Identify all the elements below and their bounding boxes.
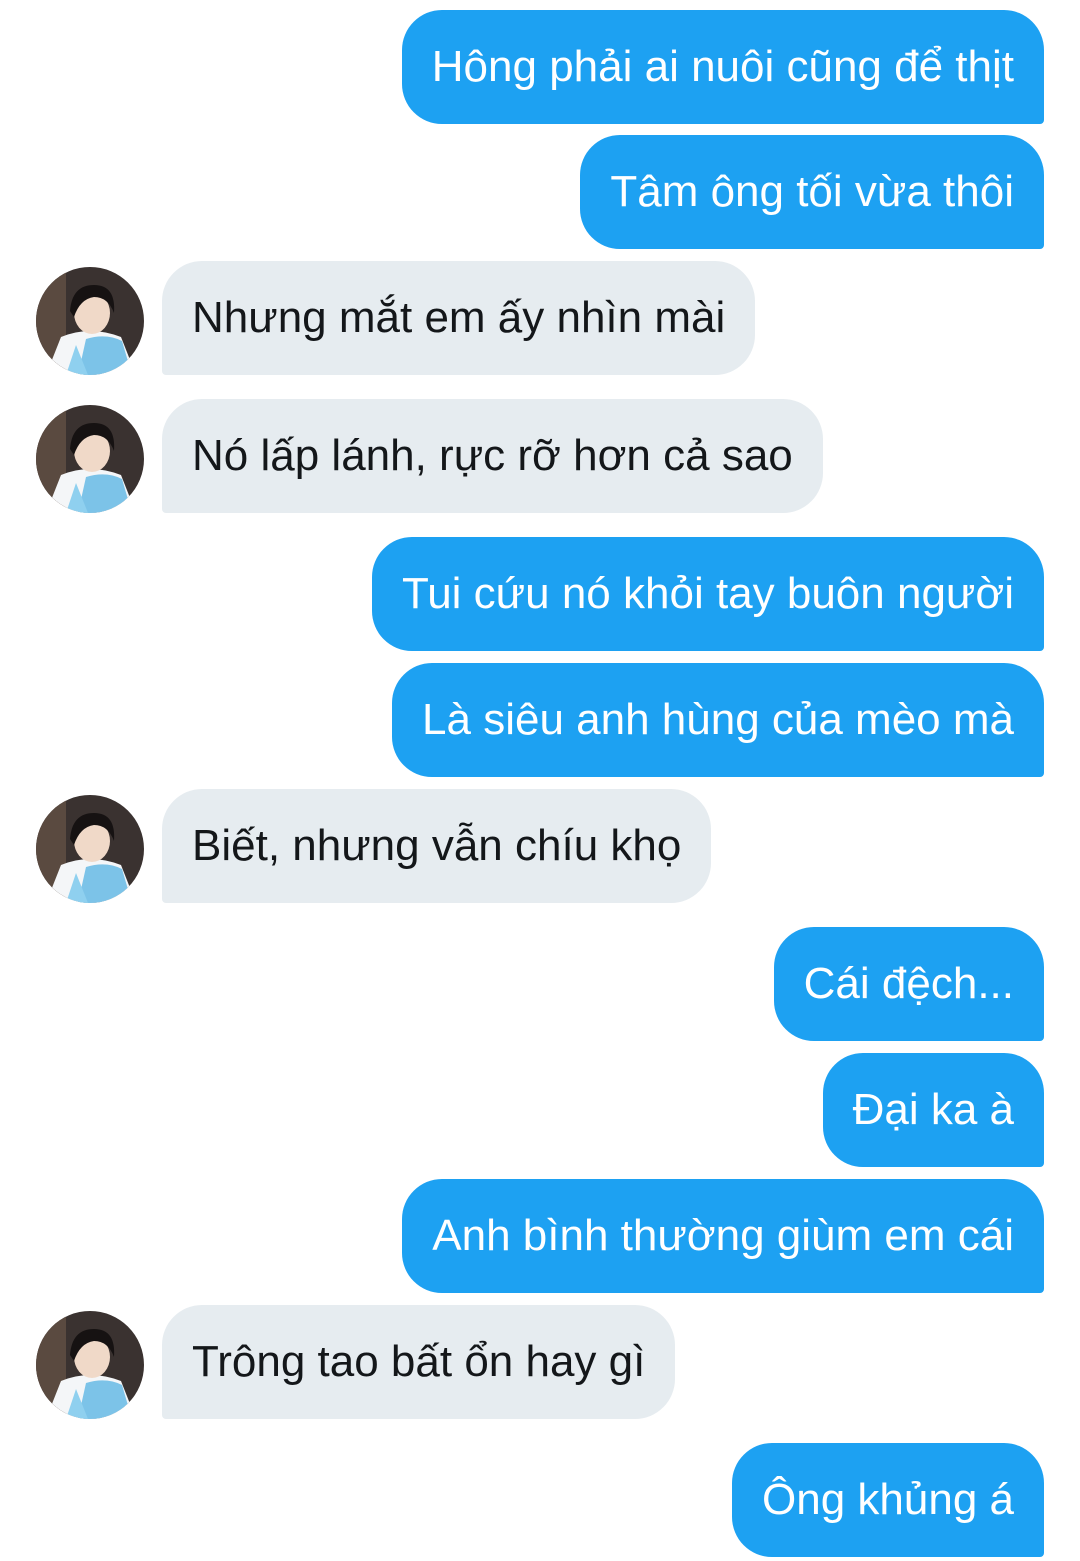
message-bubble-outgoing[interactable]: Hông phải ai nuôi cũng để thịt [401,10,1044,124]
message-bubble-outgoing[interactable]: Tâm ông tối vừa thôi [580,135,1044,249]
user-avatar[interactable] [36,405,144,513]
message-bubble-outgoing[interactable]: Ông khủng á [732,1443,1044,1557]
message-bubble-incoming[interactable]: Biết, nhưng vẫn chíu khọ [162,789,712,903]
user-avatar[interactable] [36,267,144,375]
user-avatar[interactable] [36,1311,144,1419]
message-bubble-outgoing[interactable]: Tui cứu nó khỏi tay buôn người [371,537,1044,651]
message-bubble-outgoing[interactable]: Đại ka à [822,1053,1044,1167]
conversation-thread: Hông phải ai nuôi cũng để thịt Tâm ông t… [0,0,1080,1561]
message-bubble-incoming[interactable]: Trông tao bất ổn hay gì [162,1305,676,1419]
message-bubble-outgoing[interactable]: Anh bình thường giùm em cái [402,1179,1044,1293]
user-avatar[interactable] [36,795,144,903]
message-bubble-incoming[interactable]: Nhưng mắt em ấy nhìn mài [162,261,756,375]
message-bubble-outgoing[interactable]: Là siêu anh hùng của mèo mà [392,663,1044,777]
message-bubble-incoming[interactable]: Nó lấp lánh, rực rỡ hơn cả sao [162,399,823,513]
message-bubble-outgoing[interactable]: Cái đệch... [773,927,1044,1041]
